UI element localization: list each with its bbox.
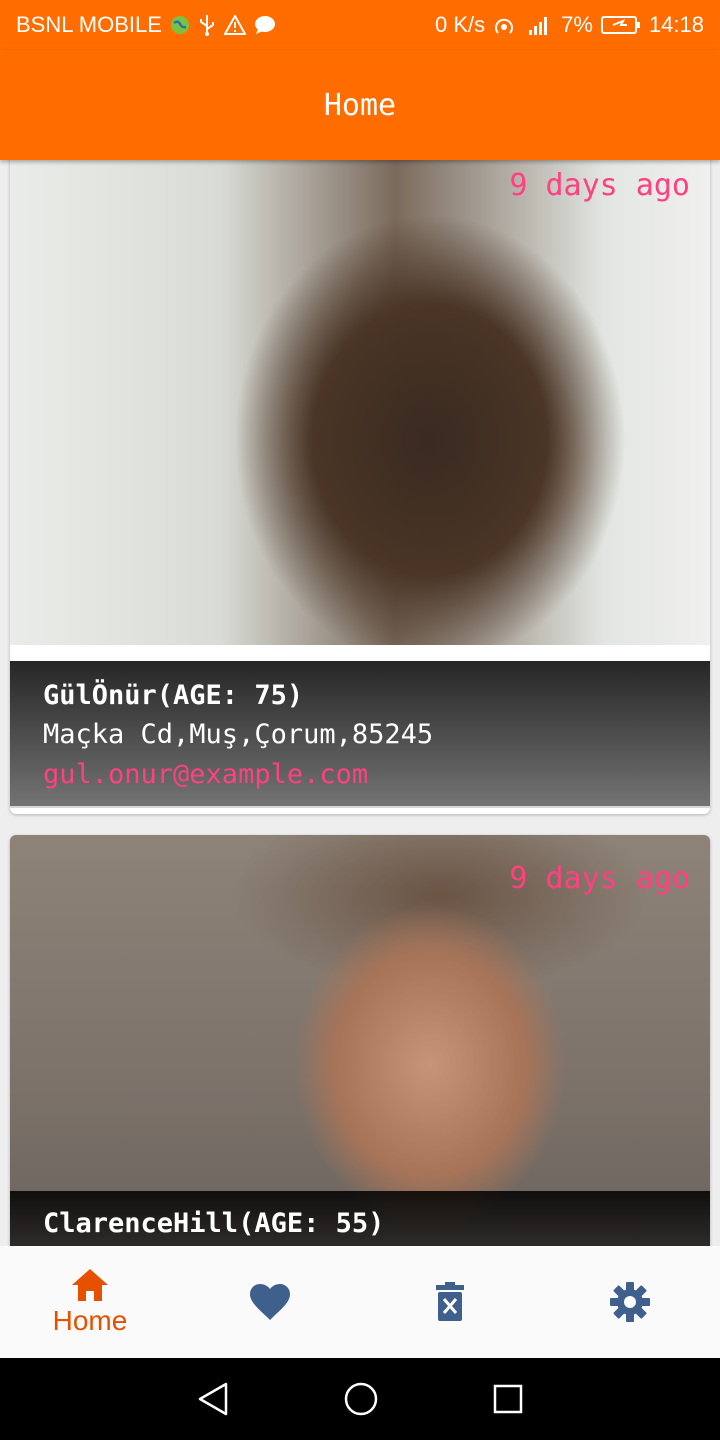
profile-card[interactable]: 9 days ago GülÖnür(AGE: 75) Maçka Cd,Muş… xyxy=(10,160,710,814)
action-row xyxy=(10,808,710,814)
nav-home[interactable]: Home xyxy=(0,1246,180,1358)
gear-icon xyxy=(610,1282,650,1322)
card-timestamp: 9 days ago xyxy=(509,168,690,203)
profile-info: GülÖnür(AGE: 75) Maçka Cd,Muş,Çorum,8524… xyxy=(10,661,710,806)
nav-deleted[interactable] xyxy=(360,1246,540,1358)
signal-icon xyxy=(525,14,553,36)
nav-favorites[interactable] xyxy=(180,1246,360,1358)
profile-card[interactable]: 9 days ago ClarenceHill(AGE: 55) xyxy=(10,835,710,1246)
nav-settings[interactable] xyxy=(540,1246,720,1358)
battery-percent: 7% xyxy=(561,12,593,37)
clock: 14:18 xyxy=(648,12,704,37)
usb-icon xyxy=(198,14,216,36)
profile-name: ClarenceHill(AGE: 55) xyxy=(43,1208,385,1239)
warning-icon xyxy=(223,15,246,35)
globe-icon xyxy=(170,15,190,35)
card-timestamp: 9 days ago xyxy=(509,861,690,896)
message-icon xyxy=(254,15,276,35)
profile-address: Maçka Cd,Muş,Çorum,85245 xyxy=(43,719,434,750)
card-list[interactable]: 9 days ago GülÖnür(AGE: 75) Maçka Cd,Muş… xyxy=(0,160,720,1246)
page-title: Home xyxy=(323,87,397,123)
network-speed: 0 K/s xyxy=(435,12,486,37)
heart-icon xyxy=(250,1284,290,1320)
recents-icon[interactable] xyxy=(492,1383,524,1415)
back-icon[interactable] xyxy=(196,1381,230,1417)
profile-info: ClarenceHill(AGE: 55) xyxy=(10,1191,710,1246)
delete-icon xyxy=(436,1282,464,1321)
profile-name: GülÖnür(AGE: 75) xyxy=(43,680,304,711)
nav-home-label: Home xyxy=(52,1305,128,1336)
system-navigation-bar xyxy=(0,1358,720,1440)
app-bar: Home xyxy=(0,50,720,160)
home-icon xyxy=(72,1269,108,1301)
profile-photo xyxy=(10,160,710,645)
bottom-navigation: Home xyxy=(0,1246,720,1358)
profile-photo xyxy=(10,835,710,1246)
status-bar: BSNL MOBILE 0 K/s 7% 14:18 xyxy=(0,0,720,50)
carrier-label: BSNL MOBILE xyxy=(16,12,162,37)
profile-email: gul.onur@example.com xyxy=(43,759,369,790)
hotspot-icon xyxy=(493,14,517,36)
battery-icon xyxy=(600,14,641,36)
home-circle-icon[interactable] xyxy=(343,1381,379,1417)
